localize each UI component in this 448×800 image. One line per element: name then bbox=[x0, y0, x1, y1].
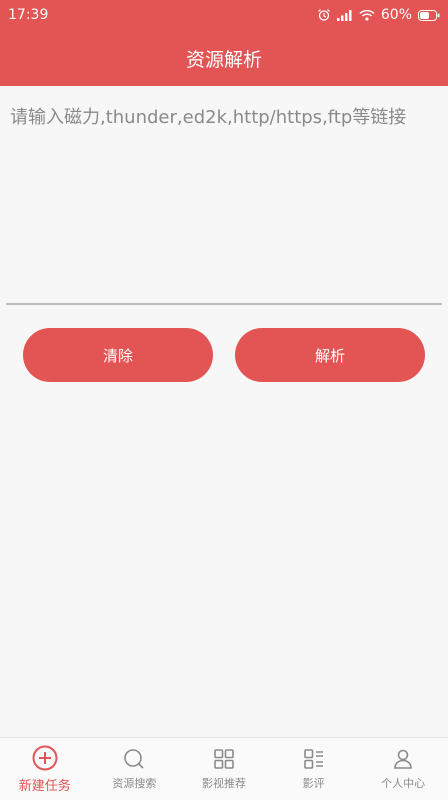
signal-icon bbox=[336, 10, 352, 21]
grid-icon bbox=[214, 749, 234, 769]
parse-button-label: 解析 bbox=[314, 346, 345, 365]
parse-button[interactable]: 解析 bbox=[235, 328, 425, 382]
tab-resource-search[interactable]: 资源搜索 bbox=[90, 738, 180, 800]
search-icon bbox=[124, 749, 144, 769]
bottom-tab-bar: 新建任务 资源搜索 影视推荐 影评 个人中心 bbox=[0, 737, 448, 800]
status-time: 17:39 bbox=[8, 7, 49, 23]
tab-label: 新建任务 bbox=[18, 778, 71, 794]
tab-label: 影评 bbox=[302, 777, 325, 790]
battery-percent: 60% bbox=[380, 7, 412, 23]
clear-button[interactable]: 清除 bbox=[23, 328, 213, 382]
status-icons: 60% bbox=[317, 7, 440, 23]
list-grid-icon bbox=[303, 749, 323, 769]
wifi-icon bbox=[359, 9, 375, 21]
alarm-icon bbox=[317, 9, 330, 21]
plus-circle-icon bbox=[32, 745, 58, 770]
battery-icon bbox=[418, 9, 440, 21]
page-title: 资源解析 bbox=[185, 48, 262, 71]
tab-movie-review[interactable]: 影评 bbox=[269, 738, 359, 800]
person-icon bbox=[394, 749, 412, 769]
link-input[interactable] bbox=[6, 100, 442, 134]
clear-button-label: 清除 bbox=[102, 346, 133, 365]
app-header: 资源解析 bbox=[0, 30, 448, 86]
tab-label: 个人中心 bbox=[381, 777, 426, 790]
tab-profile[interactable]: 个人中心 bbox=[358, 738, 448, 800]
tab-new-task[interactable]: 新建任务 bbox=[0, 738, 90, 800]
input-underline bbox=[6, 303, 442, 305]
tab-label: 资源搜索 bbox=[112, 777, 157, 790]
tab-label: 影视推荐 bbox=[201, 777, 246, 790]
status-bar: 17:39 60% bbox=[0, 0, 448, 30]
tab-movie-recommend[interactable]: 影视推荐 bbox=[179, 738, 269, 800]
